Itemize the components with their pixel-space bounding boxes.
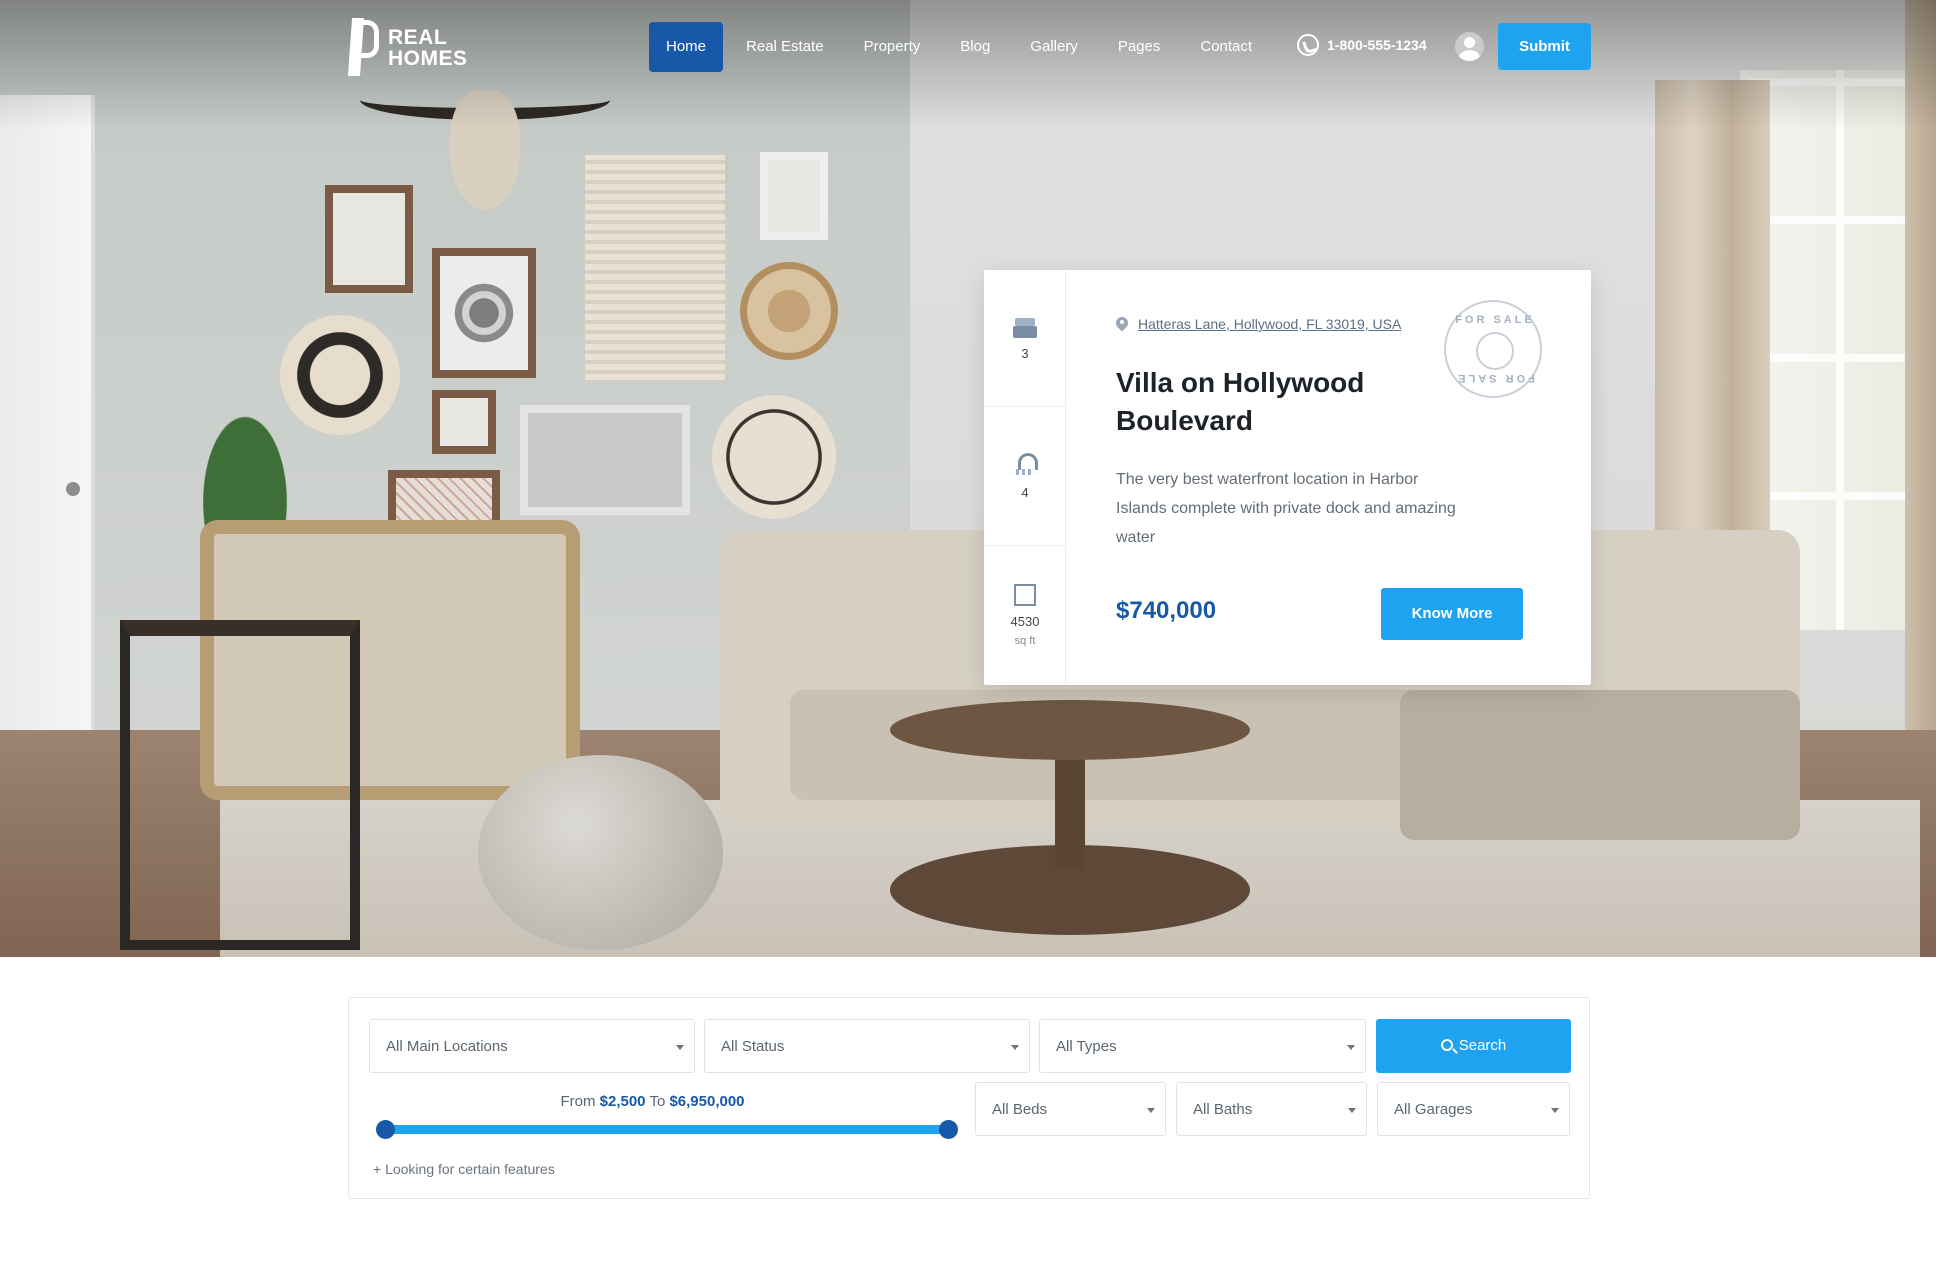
nav-property[interactable]: Property bbox=[844, 22, 941, 72]
beds-select-value: All Beds bbox=[992, 1101, 1048, 1118]
property-title[interactable]: Villa on Hollywood Boulevard bbox=[1116, 364, 1436, 440]
nav-contact[interactable]: Contact bbox=[1180, 22, 1272, 72]
chevron-down-icon bbox=[1551, 1108, 1559, 1113]
phone-number: 1-800-555-1234 bbox=[1327, 37, 1427, 53]
stat-baths: 4 bbox=[984, 453, 1066, 500]
hero-image bbox=[0, 0, 1936, 957]
features-toggle-link[interactable]: + Looking for certain features bbox=[373, 1161, 555, 1177]
price-range-max-handle[interactable] bbox=[939, 1120, 958, 1139]
price-range-min-handle[interactable] bbox=[376, 1120, 395, 1139]
hero-frame-6 bbox=[760, 152, 828, 240]
chevron-down-icon bbox=[676, 1045, 684, 1050]
hero-side-table bbox=[120, 620, 360, 950]
for-sale-stamp: FOR SALE FOR SALE bbox=[1444, 300, 1542, 398]
hero-coffee-table bbox=[890, 700, 1250, 760]
site-logo[interactable]: REAL HOMES bbox=[348, 18, 468, 78]
area-icon bbox=[1014, 584, 1036, 606]
hero-frame-2 bbox=[432, 248, 536, 378]
stat-divider bbox=[984, 406, 1066, 407]
price-range-track[interactable] bbox=[385, 1125, 947, 1134]
beds-select[interactable]: All Beds bbox=[975, 1082, 1166, 1136]
hero-frame-1 bbox=[325, 185, 413, 293]
price-from-label: From bbox=[560, 1093, 596, 1110]
garages-select[interactable]: All Garages bbox=[1377, 1082, 1570, 1136]
hero-frame-4 bbox=[520, 405, 690, 515]
price-from-value: $2,500 bbox=[599, 1093, 646, 1110]
baths-select-value: All Baths bbox=[1193, 1101, 1253, 1118]
hero-door-knob bbox=[66, 482, 80, 496]
page: REAL HOMES Home Real Estate Property Blo… bbox=[0, 0, 1936, 1285]
type-select[interactable]: All Types bbox=[1039, 1019, 1366, 1073]
hero-plate-2 bbox=[740, 262, 838, 360]
stat-beds: 3 bbox=[984, 316, 1066, 361]
logo-text: REAL HOMES bbox=[388, 27, 468, 69]
chevron-down-icon bbox=[1348, 1108, 1356, 1113]
chevron-down-icon bbox=[1011, 1045, 1019, 1050]
know-more-button[interactable]: Know More bbox=[1381, 588, 1523, 640]
whatsapp-phone-icon bbox=[1297, 34, 1319, 56]
nav-pages[interactable]: Pages bbox=[1098, 22, 1181, 72]
map-pin-icon bbox=[1116, 317, 1128, 332]
search-button[interactable]: Search bbox=[1376, 1019, 1571, 1073]
submit-button[interactable]: Submit bbox=[1498, 23, 1591, 70]
nav-gallery[interactable]: Gallery bbox=[1010, 22, 1098, 72]
logo-line-1: REAL bbox=[388, 26, 448, 49]
location-select-value: All Main Locations bbox=[386, 1038, 508, 1055]
hero-chaise bbox=[1400, 690, 1800, 840]
status-select[interactable]: All Status bbox=[704, 1019, 1030, 1073]
stat-divider bbox=[984, 545, 1066, 546]
baths-select[interactable]: All Baths bbox=[1176, 1082, 1367, 1136]
nav-home[interactable]: Home bbox=[649, 22, 724, 72]
property-description: The very best waterfront location in Har… bbox=[1116, 471, 1456, 546]
main-nav: Home Real Estate Property Blog Gallery P… bbox=[649, 22, 1272, 72]
property-stats: 3 4 4530 sq ft bbox=[984, 270, 1066, 685]
property-card-body: Hatteras Lane, Hollywood, FL 33019, USA … bbox=[1066, 270, 1591, 685]
bath-icon bbox=[1012, 453, 1038, 477]
header-phone[interactable]: 1-800-555-1234 bbox=[1297, 34, 1427, 56]
stamp-text-top: FOR SALE bbox=[1455, 314, 1535, 326]
chevron-down-icon bbox=[1147, 1108, 1155, 1113]
price-to-label: To bbox=[649, 1093, 666, 1110]
price-range-label: From $2,500 To $6,950,000 bbox=[386, 1093, 919, 1110]
property-address[interactable]: Hatteras Lane, Hollywood, FL 33019, USA bbox=[1116, 316, 1401, 332]
price-to-value: $6,950,000 bbox=[669, 1093, 745, 1110]
hero-pouf bbox=[478, 755, 723, 950]
status-select-value: All Status bbox=[721, 1038, 785, 1055]
user-icon[interactable] bbox=[1455, 32, 1484, 61]
property-address-text: Hatteras Lane, Hollywood, FL 33019, USA bbox=[1138, 316, 1402, 332]
hero-door bbox=[0, 95, 95, 795]
hero-frame-3 bbox=[432, 390, 496, 454]
type-select-value: All Types bbox=[1056, 1038, 1117, 1055]
property-search-form: All Main Locations All Status All Types … bbox=[348, 997, 1590, 1199]
search-icon bbox=[1440, 1039, 1453, 1051]
area-value: 4530 bbox=[1010, 614, 1040, 629]
property-price: $740,000 bbox=[1116, 597, 1217, 624]
garages-select-value: All Garages bbox=[1394, 1101, 1473, 1118]
nav-real-estate[interactable]: Real Estate bbox=[726, 22, 844, 72]
hero-macrame bbox=[585, 155, 725, 380]
location-select[interactable]: All Main Locations bbox=[369, 1019, 695, 1073]
hero-plate-3 bbox=[712, 395, 836, 519]
chevron-down-icon bbox=[1347, 1045, 1355, 1050]
nav-blog[interactable]: Blog bbox=[940, 22, 1010, 72]
stat-area: 4530 sq ft bbox=[984, 584, 1066, 647]
property-card: 3 4 4530 sq ft Hatteras Lane, Hollywood,… bbox=[984, 270, 1591, 685]
logo-icon bbox=[348, 18, 379, 78]
bed-icon bbox=[1013, 316, 1037, 338]
baths-value: 4 bbox=[1021, 485, 1029, 500]
stamp-text-bottom: FOR SALE bbox=[1455, 372, 1535, 384]
area-unit: sq ft bbox=[1014, 635, 1036, 647]
logo-line-2: HOMES bbox=[388, 47, 468, 70]
beds-value: 3 bbox=[1021, 346, 1029, 361]
search-button-label: Search bbox=[1458, 1037, 1507, 1054]
